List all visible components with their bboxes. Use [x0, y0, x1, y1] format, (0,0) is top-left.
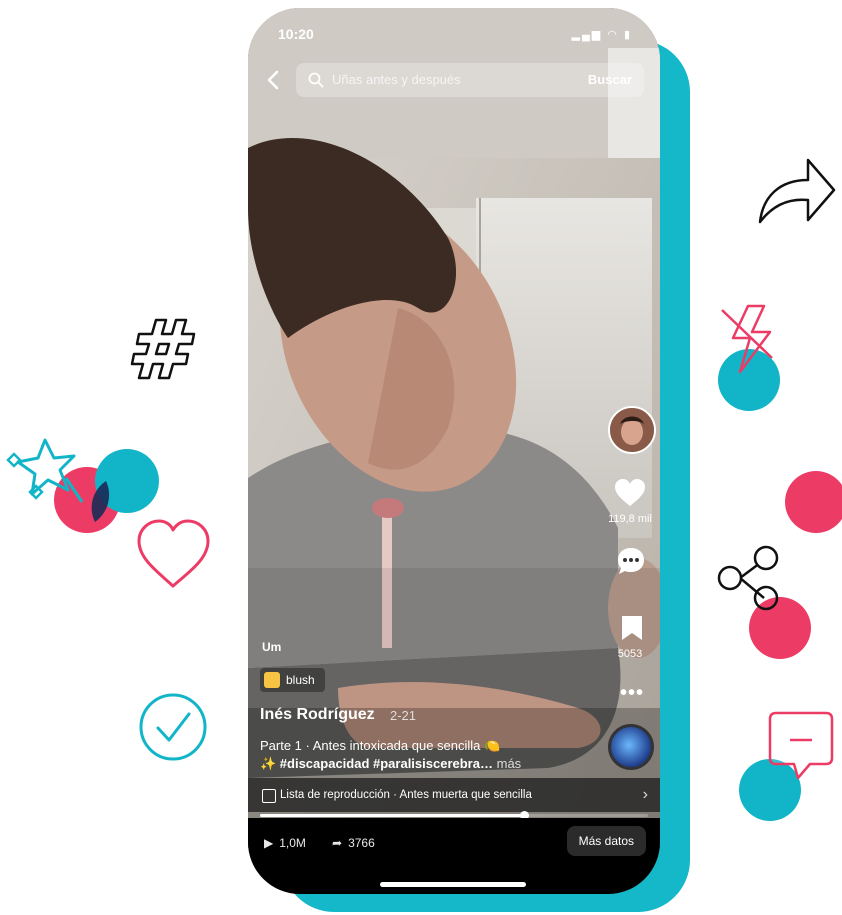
bottom-stats-bar: ▶ 1,0M ➦ 3766 Más datos [248, 818, 660, 894]
search-button[interactable]: Buscar [588, 72, 632, 87]
save-count: 5053 [617, 648, 643, 660]
effect-tag[interactable]: blush [260, 668, 325, 692]
battery-icon: ▮ [623, 29, 632, 41]
search-query: Uñas antes y después [332, 72, 461, 87]
creator-avatar[interactable] [608, 406, 656, 454]
playlist-bar[interactable]: Lista de reproducción · Antes muerta que… [248, 778, 660, 812]
shares-stat: ➦ 3766 [332, 836, 375, 850]
caption-line-2: ✨ #discapacidad #paralisiscerebra… más [260, 756, 521, 772]
caption-line-1: Parte 1 · Antes intoxicada que sencilla … [260, 738, 501, 753]
share-nodes-icon [717, 545, 811, 659]
phone-screen: 10:20 ▂▄▆ ◠ ▮ Uñas antes y después Busca… [248, 8, 660, 894]
comment-button[interactable] [616, 546, 646, 576]
chevron-right-icon: › [642, 786, 648, 803]
playlist-label: Lista de reproducción · Antes muerta que… [280, 789, 532, 801]
message-bubble-icon [739, 711, 834, 821]
video-progress-fill [260, 814, 524, 817]
bookmark-button[interactable] [620, 614, 644, 642]
heart-outline-icon [137, 519, 210, 588]
playlist-icon [262, 789, 276, 803]
video-progress-bar[interactable] [260, 811, 648, 820]
views-count: 1,0M [279, 836, 306, 850]
status-time: 10:20 [278, 26, 314, 42]
caption-hashtags[interactable]: ✨ #discapacidad #paralisiscerebra… [260, 756, 493, 771]
wifi-icon: ◠ [607, 29, 619, 41]
home-indicator [380, 882, 526, 887]
sound-disc-button[interactable] [608, 724, 654, 770]
status-icons: ▂▄▆ ◠ ▮ [571, 28, 632, 41]
shares-count: 3766 [348, 836, 375, 850]
views-stat: ▶ 1,0M [264, 836, 306, 850]
search-input[interactable]: Uñas antes y después Buscar [296, 63, 644, 97]
hashtag-icon [130, 318, 196, 380]
effect-label: blush [286, 673, 315, 687]
check-circle-icon [139, 693, 207, 761]
search-icon [308, 72, 324, 88]
more-options-button[interactable]: ••• [620, 682, 644, 705]
post-date: 2-21 [390, 708, 417, 723]
like-count: 119,8 mil [608, 513, 652, 525]
effect-icon [264, 672, 280, 688]
like-button[interactable] [614, 478, 646, 508]
signal-icon: ▂▄▆ [571, 29, 603, 41]
play-icon: ▶ [264, 836, 274, 850]
more-data-button[interactable]: Más datos [566, 826, 646, 856]
share-arrow-icon [758, 158, 836, 224]
caption-more-link[interactable]: más [497, 756, 522, 771]
pink-dot [785, 471, 842, 533]
author-name[interactable]: Inés Rodríguez [260, 706, 375, 724]
sound-label: Um [262, 640, 282, 654]
share-icon: ➦ [332, 836, 343, 850]
back-button[interactable] [262, 68, 286, 92]
sparkle-star-icon [6, 438, 159, 533]
avatar-face-icon [610, 408, 654, 452]
lightning-off-icon [718, 304, 780, 411]
